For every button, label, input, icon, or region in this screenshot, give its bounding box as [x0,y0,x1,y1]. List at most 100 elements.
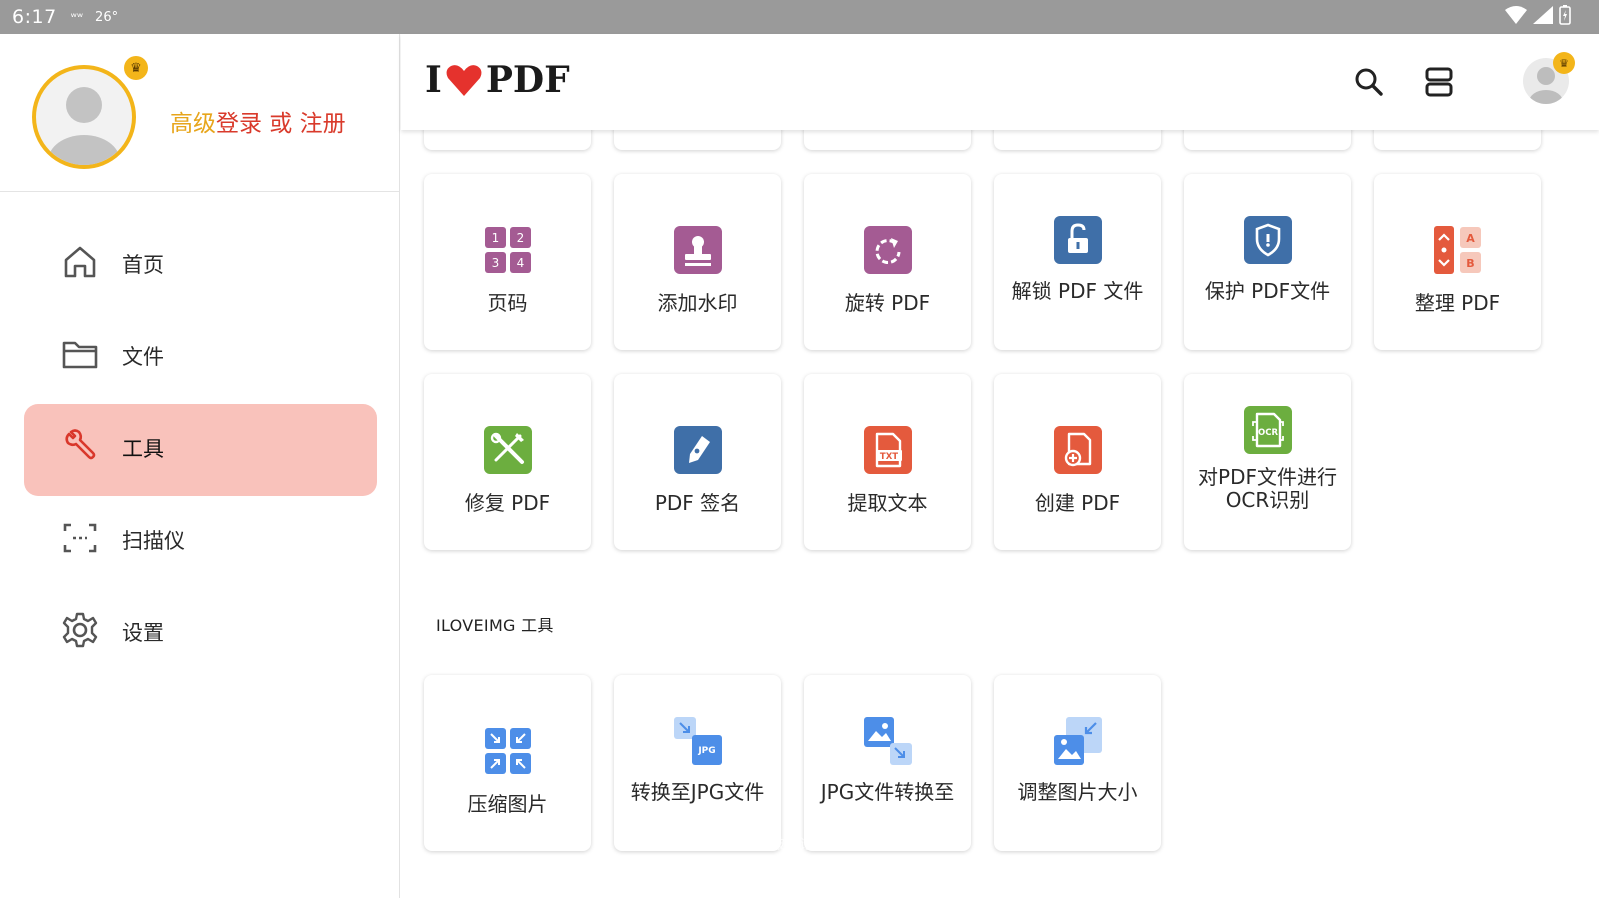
notification-icon: ʷʷ [70,10,84,24]
drawer-item-label: 设置 [122,621,164,645]
tool-card-create[interactable]: 创建 PDF [994,374,1161,550]
tool-label: JPG文件转换至 [820,780,955,804]
svg-text:4: 4 [517,256,525,270]
battery-icon [1559,5,1571,25]
tool-label: 提取文本 [847,491,928,515]
search-icon[interactable] [1349,62,1389,102]
tool-card-watermark[interactable]: 添加水印 [614,174,781,350]
scanner-icon [63,523,97,553]
txt-file-icon: TXT [864,426,912,474]
tool-label: 压缩图片 [467,792,548,816]
tool-card-sign[interactable]: PDF 签名 [614,374,781,550]
shield-icon [1244,216,1292,264]
tool-card-extract-text[interactable]: TXT 提取文本 [804,374,971,550]
tool-label: 创建 PDF [1034,491,1121,515]
tool-card-protect[interactable]: 保护 PDF文件 [1184,174,1351,350]
watermark-stamp-icon [674,226,722,274]
svg-text:3: 3 [492,256,500,270]
tool-card-partial[interactable] [424,130,591,150]
resize-image-icon [1054,717,1102,765]
tool-label: 页码 [487,291,528,315]
tool-card-partial[interactable] [1374,130,1541,150]
tool-label: 调整图片大小 [1017,780,1138,804]
compress-image-icon [485,728,531,774]
page-numbers-icon: 1 2 3 4 [485,227,531,273]
drawer-item-label: 首页 [122,253,164,277]
drawer-item-scanner[interactable]: 扫描仪 [0,494,400,586]
unlock-icon [1054,216,1102,264]
user-avatar[interactable] [32,65,136,169]
tool-card-compress-image[interactable]: 压缩图片 [424,675,591,851]
status-time: 6:17 [12,6,57,28]
svg-text:A: A [1466,232,1475,245]
tool-card-partial[interactable] [614,130,781,150]
tool-label: 整理 PDF [1414,291,1501,315]
tool-card-partial[interactable] [1184,130,1351,150]
tool-card-repair[interactable]: 修复 PDF [424,374,591,550]
login-register-link[interactable]: 高级登录 或 注册 [170,104,346,138]
signal-icon [1533,6,1553,24]
profile-header: ♛ 高级登录 或 注册 [0,34,399,192]
folder-icon [62,341,98,369]
login-register-label: 登录 或 注册 [216,111,346,137]
organize-icon: A B [1434,226,1481,274]
tool-card-organize[interactable]: A B 整理 PDF [1374,174,1541,350]
user-placeholder-icon [48,87,120,165]
gear-icon [62,612,98,648]
tool-card-rotate[interactable]: 旋转 PDF [804,174,971,350]
tool-label: 添加水印 [657,291,738,315]
tools-grid: 1 2 3 4 页码 添加水印 旋转 PDF 解锁 PDF 文件 保护 PDF文… [401,130,1599,898]
drawer-item-files[interactable]: 文件 [0,310,400,402]
drawer-item-label: 扫描仪 [122,529,185,553]
tool-card-resize-image[interactable]: 调整图片大小 [994,675,1161,851]
svg-text:OCR: OCR [1258,428,1278,438]
tool-card-convert-to-jpg[interactable]: JPG 转换至JPG文件 [614,675,781,851]
ocr-icon: OCR [1244,406,1292,454]
logo-text-i: I [425,59,442,101]
tool-card-jpg-convert[interactable]: JPG文件转换至 [804,675,971,851]
svg-text:1: 1 [492,231,500,245]
drawer-item-tools[interactable]: 工具 [0,402,400,496]
wifi-icon [1505,6,1527,24]
tool-card-page-numbers[interactable]: 1 2 3 4 页码 [424,174,591,350]
app-bar: I PDF ♛ [401,34,1599,130]
svg-text:TXT: TXT [880,452,898,462]
crown-icon: ♛ [1553,52,1575,74]
tool-card-partial[interactable] [994,130,1161,150]
view-toggle-icon[interactable] [1419,62,1459,102]
repair-tools-icon [484,426,532,474]
ilovepdf-logo: I PDF [425,59,570,101]
tool-label: 旋转 PDF [844,291,931,315]
premium-label: 高级 [170,111,216,137]
svg-text:B: B [1466,257,1474,270]
drawer-item-home[interactable]: 首页 [0,218,400,310]
tool-label: PDF 签名 [654,491,741,515]
status-bar: 6:17 ʷʷ 26° [0,0,1599,34]
tool-card-ocr[interactable]: OCR 对PDF文件进行OCR识别 [1184,374,1351,550]
section-title-iloveimg: ILOVEIMG 工具 [436,616,554,635]
drawer-item-label: 文件 [122,345,164,369]
pen-sign-icon [674,426,722,474]
wrench-icon [65,429,96,460]
tool-label: 转换至JPG文件 [630,780,765,804]
drawer-menu: 首页 文件 工具 扫描仪 设置 [0,218,400,678]
tool-card-unlock[interactable]: 解锁 PDF 文件 [994,174,1161,350]
svg-text:JPG: JPG [697,746,715,756]
convert-jpg-icon: JPG [674,717,722,765]
status-temp: 26° [95,9,119,25]
drawer-item-settings[interactable]: 设置 [0,586,400,678]
tool-label: 对PDF文件进行OCR识别 [1198,465,1337,512]
tool-label: 保护 PDF文件 [1204,279,1331,303]
drawer-item-label: 工具 [122,437,164,461]
jpg-convert-icon [864,717,912,765]
watermark-line2: www.52pojie.cn [730,855,841,871]
home-icon [64,246,96,278]
navigation-drawer: ♛ 高级登录 或 注册 首页 文件 工具 扫描仪 设置 [0,34,400,898]
logo-text-pdf: PDF [485,59,570,101]
svg-text:2: 2 [517,231,525,245]
create-file-icon [1054,426,1102,474]
tool-label: 修复 PDF [464,491,551,515]
forum-watermark: 吾爱破解论坛 www.52pojie.cn [730,836,840,872]
watermark-line1: 吾爱破解论坛 [743,837,828,853]
tool-card-partial[interactable] [804,130,971,150]
